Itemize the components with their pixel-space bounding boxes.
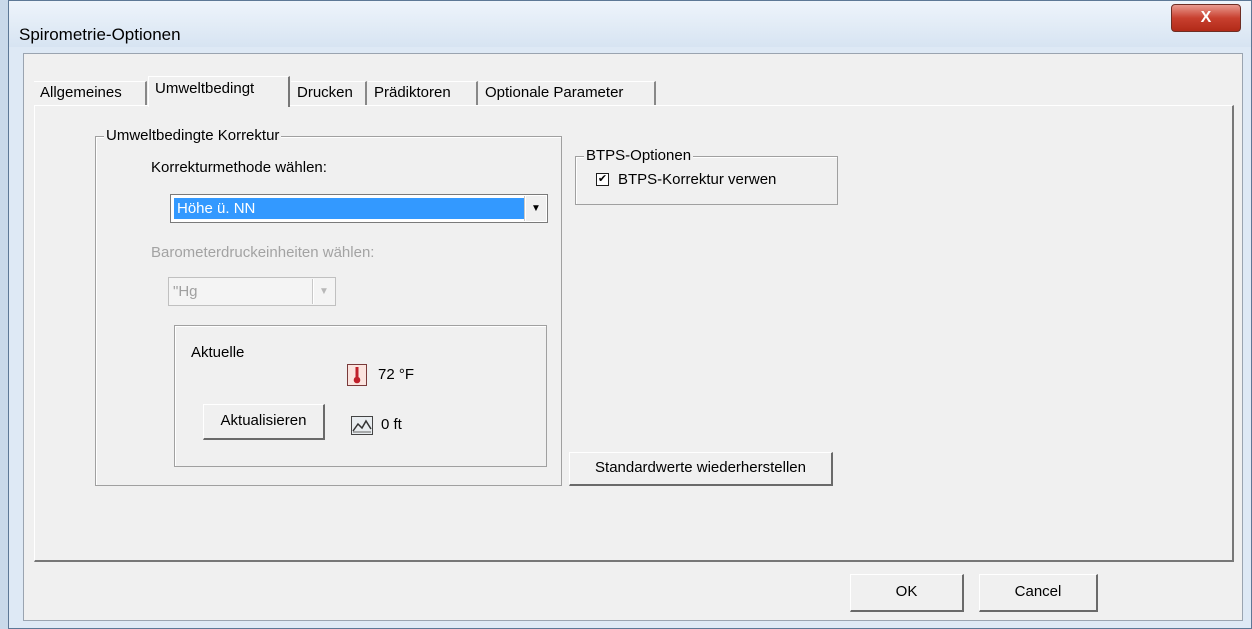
method-label: Korrekturmethode wählen: — [151, 159, 327, 176]
tab-umweltbedingt[interactable]: Umweltbedingt — [148, 76, 290, 107]
title-bar[interactable]: Spirometrie-Optionen X — [9, 1, 1251, 47]
btps-checkbox[interactable]: ✔ — [596, 173, 609, 186]
env-correction-group: Umweltbedingte Korrektur Korrekturmethod… — [95, 127, 562, 486]
tab-optionale-parameter[interactable]: Optionale Parameter — [479, 81, 656, 105]
chevron-down-icon[interactable]: ▼ — [313, 279, 334, 304]
baro-unit-dropdown[interactable]: "Hg ▼ — [168, 277, 336, 306]
chevron-down-icon[interactable]: ▼ — [525, 196, 546, 221]
tab-page-umweltbedingt: Umweltbedingte Korrektur Korrekturmethod… — [34, 105, 1234, 562]
method-selected-value: Höhe ü. NN — [174, 198, 525, 219]
baro-unit-value: "Hg — [173, 283, 198, 300]
current-title: Aktuelle — [191, 344, 245, 361]
mountain-icon — [351, 416, 373, 435]
window-title: Spirometrie-Optionen — [19, 25, 181, 44]
current-values-box: Aktuelle 72 °F Aktualisieren 0 ft — [174, 325, 547, 467]
thermometer-icon — [347, 364, 367, 386]
env-correction-group-title: Umweltbedingte Korrektur — [104, 127, 282, 145]
dialog-window: Spirometrie-Optionen X Allgemeines Umwel… — [8, 0, 1252, 629]
tab-drucken[interactable]: Drucken — [291, 81, 367, 105]
btps-options-group: BTPS-Optionen ✔ BTPS-Korrektur verwen — [575, 147, 838, 205]
update-button[interactable]: Aktualisieren — [203, 404, 325, 440]
tab-praediktoren[interactable]: Prädiktoren — [368, 81, 478, 105]
restore-defaults-button[interactable]: Standardwerte wiederherstellen — [569, 452, 833, 486]
baro-label: Barometerdruckeinheiten wählen: — [151, 244, 375, 261]
temperature-value: 72 °F — [378, 366, 415, 383]
client-area: Allgemeines Umweltbedingt Drucken Prädik… — [23, 53, 1243, 621]
cancel-button[interactable]: Cancel — [979, 574, 1098, 612]
btps-group-title: BTPS-Optionen — [584, 147, 694, 165]
ok-button[interactable]: OK — [850, 574, 964, 612]
altitude-value: 0 ft — [381, 416, 402, 433]
close-button[interactable]: X — [1171, 4, 1241, 32]
method-dropdown[interactable]: Höhe ü. NN ▼ — [170, 194, 548, 223]
tab-allgemeines[interactable]: Allgemeines — [34, 81, 147, 105]
btps-checkbox-label[interactable]: BTPS-Korrektur verwen — [618, 171, 776, 188]
